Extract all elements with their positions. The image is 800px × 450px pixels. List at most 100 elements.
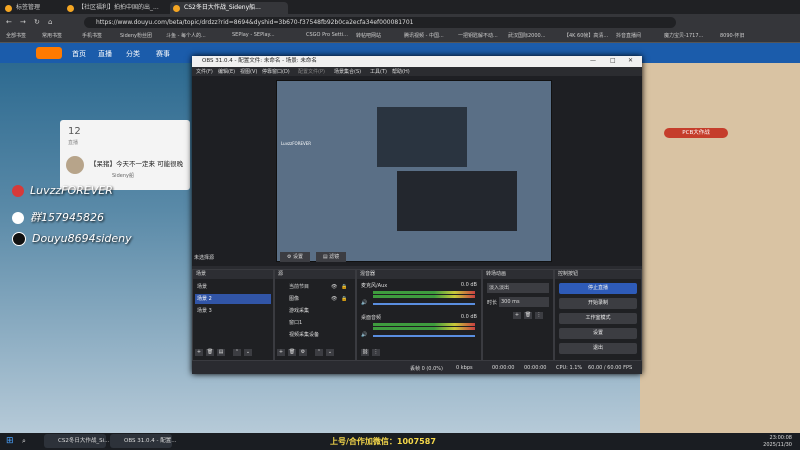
- avatar[interactable]: [66, 156, 84, 174]
- volume-slider[interactable]: [373, 303, 475, 305]
- overlay-line: 群157945826: [12, 209, 104, 225]
- chevron-down-icon[interactable]: ⌄: [326, 349, 334, 356]
- eye-icon[interactable]: 👁: [331, 284, 337, 290]
- source-item[interactable]: 游戏采集: [277, 306, 353, 316]
- bookmark-item[interactable]: 一把钥匙解不动...: [458, 32, 498, 39]
- system-clock[interactable]: 23:00:08 2025/11/30: [752, 435, 792, 449]
- channel-name: 桌面音频: [361, 315, 382, 321]
- scene-item-selected[interactable]: 场景 2: [195, 294, 271, 304]
- bookmark-item[interactable]: 【4K 60帧】高清...: [564, 32, 608, 39]
- browser-tab-active[interactable]: CS2冬日大作战_Sideny船...: [170, 2, 288, 14]
- dock-title: 混音器: [357, 270, 481, 279]
- transition-select[interactable]: 淡入淡出: [487, 283, 549, 293]
- bookmark-item[interactable]: 8090-怀旧: [720, 32, 745, 39]
- search-icon[interactable]: ⌕: [22, 437, 26, 446]
- more-icon[interactable]: ⋮: [372, 349, 380, 356]
- bookmark-item[interactable]: 魔力宝贝-1717...: [664, 32, 703, 39]
- controls-dock: 控制按钮 停止直播 开始录制 工作室模式 设置 退出: [554, 269, 642, 361]
- bookmark-item[interactable]: 斗鱼 - 每个人的...: [166, 32, 206, 39]
- trash-icon[interactable]: 🗑: [524, 312, 532, 319]
- chevron-up-icon[interactable]: ⌃: [233, 349, 241, 356]
- bookmark-item[interactable]: SEPlay - SEPlay...: [232, 32, 275, 38]
- right-event-panel: [640, 63, 800, 433]
- close-icon[interactable]: ✕: [628, 57, 633, 64]
- tab-icon: [173, 5, 180, 12]
- home-icon[interactable]: ⌂: [48, 18, 52, 26]
- volume-meter: [373, 291, 475, 294]
- add-icon[interactable]: +: [277, 349, 285, 356]
- add-icon[interactable]: +: [513, 312, 521, 319]
- source-item[interactable]: 视频采集设备: [277, 330, 353, 340]
- settings-button[interactable]: 设置: [559, 328, 637, 339]
- dock-title: 转场动画: [483, 270, 553, 279]
- add-icon[interactable]: +: [195, 349, 203, 356]
- bookmark-item[interactable]: 全部书签: [6, 32, 26, 39]
- tab-icon: [67, 5, 74, 12]
- start-recording-button[interactable]: 开始录制: [559, 298, 637, 309]
- exit-button[interactable]: 退出: [559, 343, 637, 354]
- scene-item[interactable]: 场景 3: [195, 306, 271, 316]
- lock-icon[interactable]: 🔒: [341, 296, 347, 302]
- menu-docks[interactable]: 停靠窗口(D): [262, 68, 290, 75]
- bookmark-item[interactable]: 抖音直播间: [616, 32, 641, 39]
- reload-icon[interactable]: ↻: [34, 18, 40, 26]
- nav-category[interactable]: 分类: [126, 49, 140, 59]
- bookmark-item[interactable]: CSGO Pro Setti...: [306, 32, 348, 38]
- stop-streaming-button[interactable]: 停止直播: [559, 283, 637, 294]
- nested-overlay-text: LuvzzFOREVER: [281, 141, 312, 146]
- audio-mixer-dock: 混音器 麦克风/Aux 0.0 dB 🔊 桌面音频 0.0 dB 🔊 ⛓ ⋮: [356, 269, 482, 361]
- minimize-icon[interactable]: —: [590, 57, 596, 64]
- netease-icon: [12, 185, 24, 197]
- transitions-dock: 转场动画 淡入淡出 时长 300 ms + 🗑 ⋮: [482, 269, 554, 361]
- link-icon[interactable]: ⛓: [361, 349, 369, 356]
- gear-icon[interactable]: ⚙: [299, 349, 307, 356]
- more-icon[interactable]: ⋮: [535, 312, 543, 319]
- streamer-name[interactable]: Sideny船: [112, 172, 134, 179]
- bookmark-item[interactable]: 手机书签: [82, 32, 102, 39]
- maximize-icon[interactable]: □: [610, 57, 616, 64]
- scene-item[interactable]: 场景: [195, 282, 271, 292]
- forward-icon[interactable]: →: [20, 18, 26, 26]
- filter-icon[interactable]: ▤: [217, 349, 225, 356]
- chevron-down-icon[interactable]: ⌄: [244, 349, 252, 356]
- eye-icon[interactable]: 👁: [331, 296, 337, 302]
- nav-live[interactable]: 直播: [98, 49, 112, 59]
- volume-slider[interactable]: [373, 335, 475, 337]
- menu-tools[interactable]: 工具(T): [370, 68, 387, 75]
- bookmark-item[interactable]: 腾讯视频 - 中国...: [404, 32, 444, 39]
- bookmark-item[interactable]: Sideny粉丝团: [120, 32, 152, 39]
- topic-title[interactable]: 【呆猪】今天不一定来 可能很晚: [90, 158, 183, 168]
- fps-readout: 60.00 / 60.00 FPS: [588, 365, 633, 371]
- channel-name: 麦克风/Aux: [361, 283, 388, 289]
- site-logo[interactable]: [36, 47, 62, 59]
- source-filter-button[interactable]: ▤ 滤镜: [316, 252, 346, 262]
- menu-file[interactable]: 文件(F): [196, 68, 213, 75]
- menu-edit[interactable]: 编辑(E): [218, 68, 235, 75]
- menu-scene-collection[interactable]: 场景集合(S): [334, 68, 361, 75]
- windows-start-icon[interactable]: ⊞: [6, 436, 14, 446]
- nav-home[interactable]: 首页: [72, 49, 86, 59]
- trash-icon[interactable]: 🗑: [288, 349, 296, 356]
- bookmark-item[interactable]: 常用书签: [42, 32, 62, 39]
- channel-db: 0.0 dB: [460, 282, 477, 288]
- trash-icon[interactable]: 🗑: [206, 349, 214, 356]
- duration-input[interactable]: 300 ms: [499, 297, 549, 307]
- speaker-icon[interactable]: 🔊: [361, 300, 367, 306]
- nav-events[interactable]: 赛事: [156, 49, 170, 59]
- lock-icon[interactable]: 🔒: [341, 284, 347, 290]
- speaker-icon[interactable]: 🔊: [361, 332, 367, 338]
- source-settings-button[interactable]: ⚙ 设置: [280, 252, 310, 262]
- bookmark-item[interactable]: 武汉国际2000...: [508, 32, 546, 39]
- menu-help[interactable]: 帮助(H): [392, 68, 410, 75]
- back-icon[interactable]: ←: [6, 18, 12, 26]
- source-item[interactable]: 窗口1: [277, 318, 353, 328]
- studio-mode-button[interactable]: 工作室模式: [559, 313, 637, 324]
- menu-view[interactable]: 视图(V): [240, 68, 257, 75]
- event-badge[interactable]: PCB大作战: [664, 128, 728, 138]
- chevron-up-icon[interactable]: ⌃: [315, 349, 323, 356]
- menu-profile[interactable]: 配置文件(P): [298, 68, 325, 75]
- url-bar[interactable]: https://www.douyu.com/beta/topic/drdzz?r…: [84, 17, 676, 28]
- browser-tab[interactable]: 【社区福利】拍拍中国的出_...: [64, 2, 182, 14]
- obs-titlebar: OBS 31.0.4 - 配置文件: 未命名 - 场景: 未命名: [192, 56, 642, 67]
- bookmark-item[interactable]: 转帖吧网站: [356, 32, 381, 39]
